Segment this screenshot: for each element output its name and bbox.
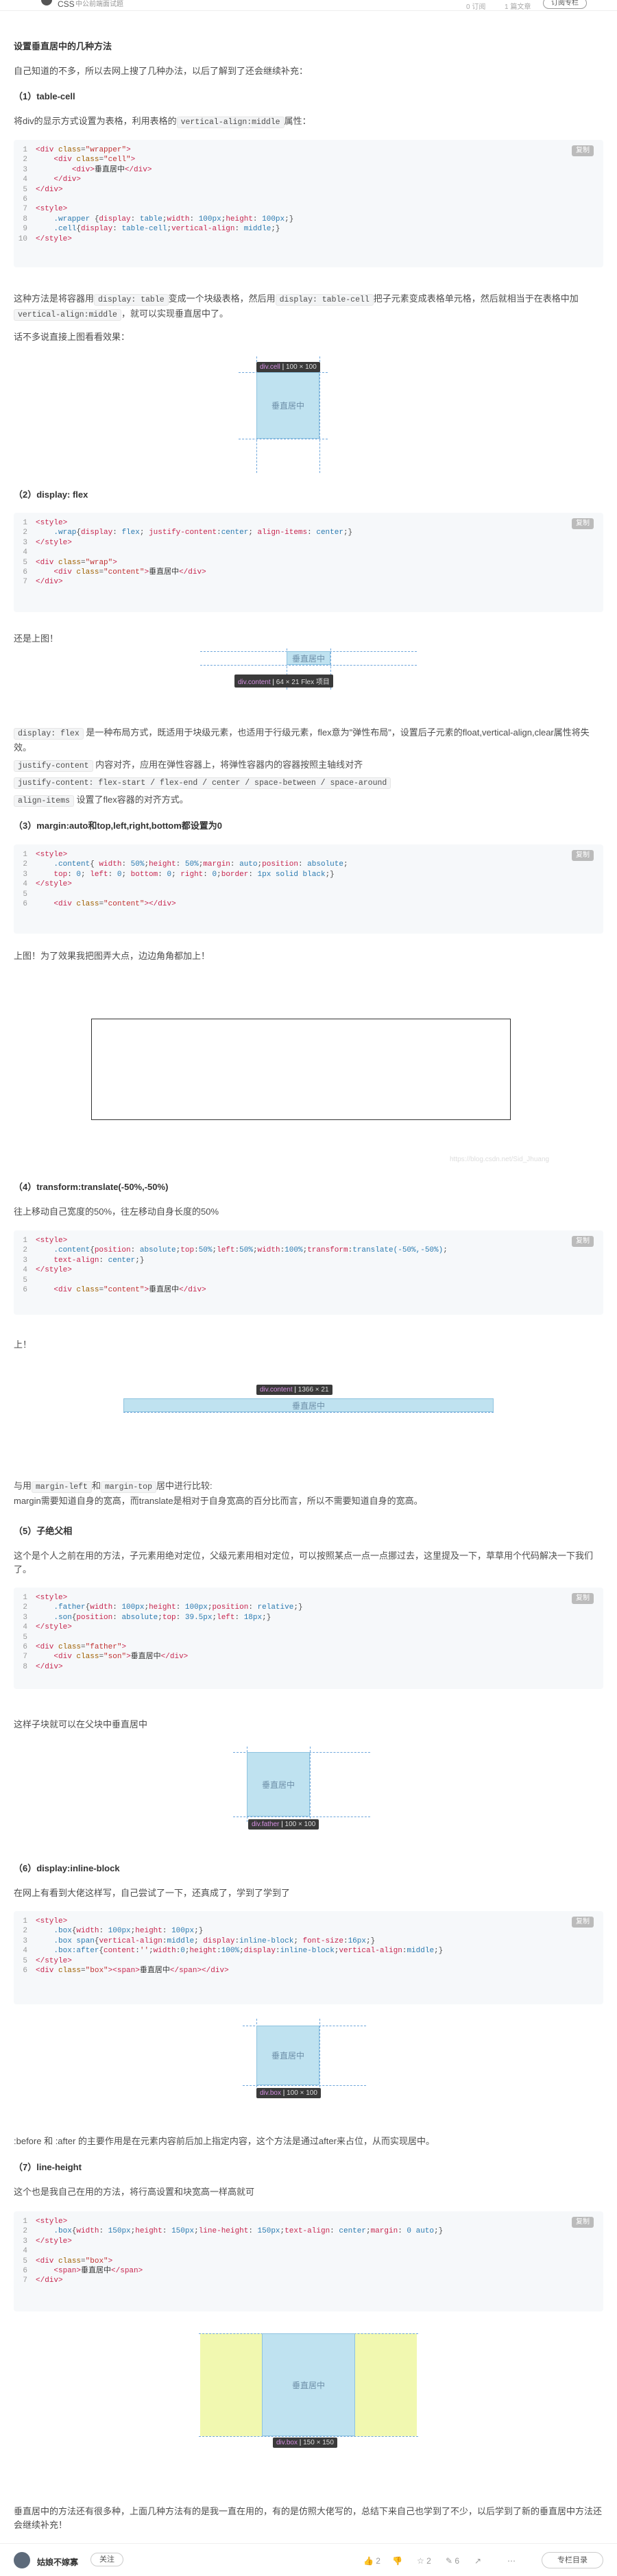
code-block-7: 复制 1 <style> 2 .box{width: 150px;height: … — [14, 2211, 603, 2311]
flex-explain-3: justify-content: flex-start / flex-end /… — [14, 775, 603, 790]
author-avatar[interactable] — [14, 2552, 30, 2568]
thumb-down-icon: 👎 — [392, 2556, 402, 2566]
copy-button[interactable]: 复制 — [572, 1593, 594, 1605]
comment-button[interactable]: ✎ 6 — [446, 2556, 459, 2566]
star-icon: ☆ — [417, 2556, 424, 2566]
watermark: https://blog.csdn.net/Sid_Jhuang — [450, 1156, 550, 1163]
like-button[interactable]: 👍 2 — [363, 2556, 380, 2566]
section-3-see: 上图！为了效果我把图弄大点，边边角角都加上！ — [14, 951, 210, 961]
more-icon: ⋯ — [507, 2556, 516, 2566]
copy-button[interactable]: 复制 — [572, 1917, 594, 1928]
code-block-5: 复制 1 <style> 2 .father{width: 100px;heigh… — [14, 1588, 603, 1689]
section-1-explain: 这种方法是将容器用 display: table 变成一个块级表格，然后用 displ… — [14, 293, 579, 321]
flex-explain-2: justify-content 内容对齐，应用在弹性容器上，将弹性容器内的容器按… — [14, 758, 603, 773]
avatar[interactable] — [41, 0, 52, 5]
comment-icon: ✎ — [446, 2556, 453, 2566]
demo-1-tooltip: div.cell | 100 × 100 — [256, 362, 320, 372]
demo-3-box — [91, 1019, 511, 1120]
section-3-heading: （3）margin:auto和top,left,right,bottom都设置为… — [14, 821, 223, 831]
demo-4-box: 垂直居中 — [123, 1398, 494, 1412]
outro-text: 垂直居中的方法还有很多种，上面几种方法有的是我一直在用的，有的是仿照大佬写的，总… — [14, 2506, 603, 2530]
section-4-note: margin需要知道自身的宽高，而translate是相对于自身宽高的百分比而言… — [14, 1496, 423, 1506]
more-button[interactable]: ⋯ — [507, 2556, 516, 2566]
subscribe-button[interactable]: 订阅专栏 — [543, 0, 587, 9]
section-2-heading: （2）display: flex — [14, 489, 88, 500]
share-icon: ↗ — [474, 2556, 482, 2566]
demo-1-box: 垂直居中 — [256, 372, 319, 439]
subscribers-count: 0 订阅 — [466, 3, 486, 11]
copy-button[interactable]: 复制 — [572, 518, 594, 530]
copy-button[interactable]: 复制 — [572, 2217, 594, 2228]
dislike-button[interactable]: 👎 — [392, 2556, 402, 2566]
section-6-heading: （6）display:inline-block — [14, 1863, 120, 1873]
copy-button[interactable]: 复制 — [572, 1236, 594, 1248]
copy-button[interactable]: 复制 — [572, 145, 594, 157]
code-block-3: 复制 1 <style> 2 .content{ width: 50%;heigh… — [14, 845, 603, 934]
copy-button[interactable]: 复制 — [572, 850, 594, 862]
demo-7-tooltip: div.box | 150 × 150 — [273, 2438, 337, 2448]
star-button[interactable]: ☆ 2 — [417, 2556, 431, 2566]
demo-2-tooltip: div.content | 64 × 21 Flex 项目 — [234, 675, 333, 688]
section-5-see: 这样子块就可以在父块中垂直居中 — [14, 1719, 148, 1729]
section-6-note: :before 和 :after 的主要作用是在元素内容前后加上指定内容，这个方… — [14, 2136, 435, 2146]
demo-2-box: 垂直居中 — [287, 651, 330, 665]
section-4-text: 往上移动自己宽度的50%，往左移动自身长度的50% — [14, 1206, 219, 1217]
section-5-text: 这个是个人之前在用的方法，子元素用绝对定位，父级元素用相对定位，可以按照某点一点… — [14, 1551, 594, 1575]
section-4-heading: （4）transform:translate(-50%,-50%) — [14, 1182, 169, 1192]
section-1-text: 将div的显示方式设置为表格，利用表格的 vertical-align:middl… — [14, 116, 311, 128]
code-block-4: 复制 1 <style> 2 .content{position: absolut… — [14, 1230, 603, 1315]
top-bar: CSS 中公前端面试题 0 订阅 1 篇文章 订阅专栏 — [0, 0, 617, 11]
section-7-heading: （7）line-height — [14, 2162, 82, 2172]
demo-7-box: 垂直居中 — [262, 2333, 355, 2436]
section-2-see: 还是上图！ — [14, 633, 59, 644]
demo-4-tooltip: div.content | 1366 × 21 — [256, 1385, 332, 1395]
flex-explain-1: display: flex 是一种布局方式，既适用于块级元素，也适用于行级元素，… — [14, 727, 590, 753]
code-block-2: 复制 1 <style> 2 .wrap{display: flex; justi… — [14, 513, 603, 612]
section-1-see: 话不多说直接上图看看效果： — [14, 332, 130, 342]
bottom-bar: 姑娘不嫁寡 关注 👍 2 👎 ☆ 2 ✎ 6 ↗ ⋯ 专栏目录 — [0, 2543, 617, 2576]
intro-text: 自己知道的不多，所以去网上搜了几种办法，以后了解到了还会继续补充： — [14, 66, 308, 76]
follow-button[interactable]: 关注 — [90, 2553, 123, 2566]
thumb-up-icon: 👍 — [363, 2556, 374, 2566]
section-6-text: 在网上有看到大佬这样写，自己尝试了一下，还真成了，学到了学到了 — [14, 1888, 291, 1898]
demo-6-tooltip: div.box | 100 × 100 — [256, 2088, 321, 2098]
section-5-heading: （5）子绝父相 — [14, 1526, 73, 1536]
column-name[interactable]: CSS — [58, 0, 75, 8]
section-7-text: 这个也是我自己在用的方法，将行高设置和块宽高一样高就可 — [14, 2187, 255, 2197]
code-block-6: 复制 1 <style> 2 .box{width: 100px;height: … — [14, 1911, 603, 2004]
catalog-button[interactable]: 专栏目录 — [542, 2552, 603, 2568]
author-name[interactable]: 姑娘不嫁寡 — [37, 2556, 78, 2568]
section-4-compare: 与用 margin-left 和 margin-top 居中进行比较: — [14, 1481, 213, 1493]
demo-5-box: 垂直居中 — [247, 1752, 310, 1816]
article-title: 设置垂直居中的几种方法 — [14, 41, 112, 51]
flex-explain-4: align-items 设置了flex容器的对齐方式。 — [14, 793, 603, 808]
section-4-see: 上！ — [14, 1339, 32, 1350]
column-subtitle: 中公前端面试题 — [75, 1, 123, 8]
code-block-1: 复制 1 <div class="wrapper"> 2 <div class="… — [14, 140, 603, 267]
section-1-heading: （1）table-cell — [14, 91, 75, 101]
demo-5-tooltip: div.father | 100 × 100 — [248, 1819, 319, 1830]
demo-6-box: 垂直居中 — [256, 2026, 319, 2085]
share-button[interactable]: ↗ — [474, 2556, 481, 2566]
article-count: 1 篇文章 — [505, 3, 531, 11]
